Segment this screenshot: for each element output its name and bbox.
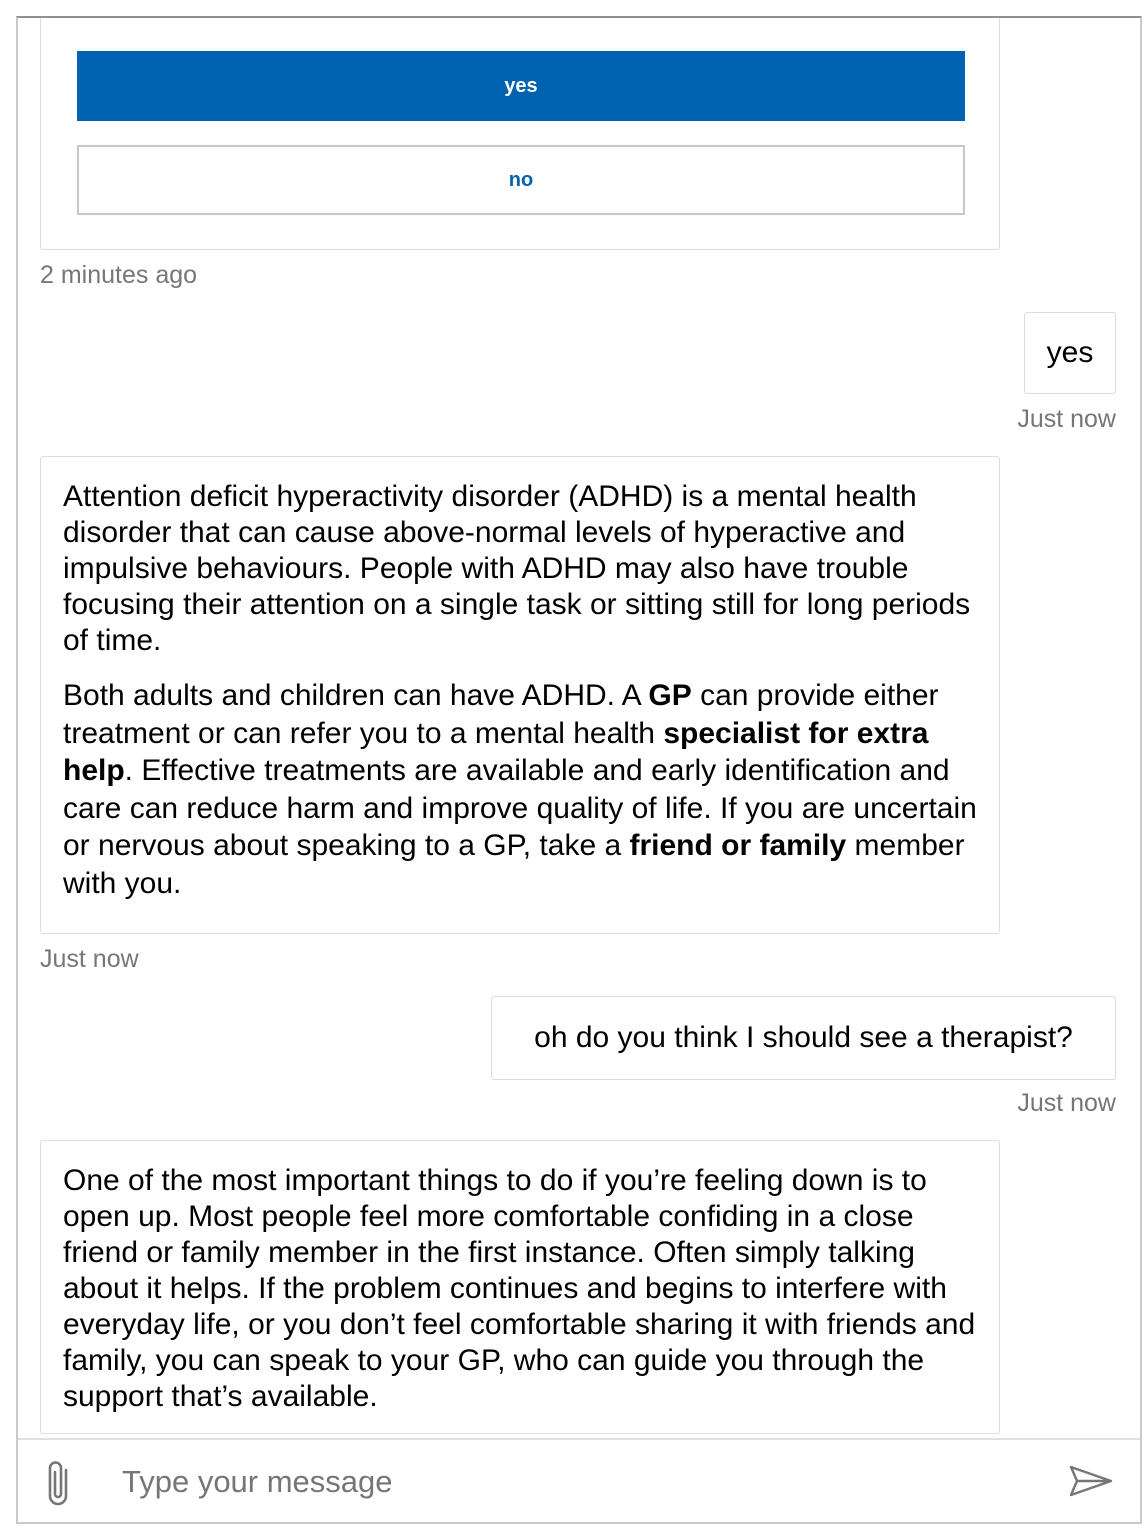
message-timestamp: Just now <box>1017 1089 1116 1117</box>
bot-message-paragraph: Attention deficit hyperactivity disorder… <box>63 480 971 657</box>
bold-term-friend-family: friend or family <box>629 829 847 862</box>
chat-window: yes no 2 minutes ago yes Just now Attent… <box>16 16 1142 1524</box>
message-input[interactable] <box>122 1454 1022 1510</box>
user-message: oh do you think I should see a therapist… <box>491 996 1116 1080</box>
message-timestamp: Just now <box>40 945 139 973</box>
bot-message: One of the most important things to do i… <box>40 1140 1000 1434</box>
yes-button[interactable]: yes <box>77 51 965 121</box>
message-timestamp: 2 minutes ago <box>40 261 198 289</box>
paperclip-icon[interactable] <box>42 1458 78 1510</box>
user-message: yes <box>1024 312 1116 394</box>
bold-term-gp: GP <box>648 679 692 712</box>
chat-transcript[interactable]: yes no 2 minutes ago yes Just now Attent… <box>18 18 1140 1438</box>
no-button[interactable]: no <box>77 145 965 215</box>
user-message-text: yes <box>1046 336 1094 369</box>
user-message-text: oh do you think I should see a therapist… <box>534 1021 1073 1054</box>
bot-message: Attention deficit hyperactivity disorder… <box>40 456 1000 934</box>
message-timestamp: Just now <box>1017 405 1116 433</box>
send-icon[interactable] <box>1068 1464 1114 1498</box>
bot-message-paragraph: One of the most important things to do i… <box>63 1164 976 1413</box>
message-composer <box>18 1438 1140 1522</box>
suggested-actions-card: yes no <box>40 18 1000 250</box>
bot-message-paragraph: Both adults and children can have ADHD. … <box>63 679 977 900</box>
